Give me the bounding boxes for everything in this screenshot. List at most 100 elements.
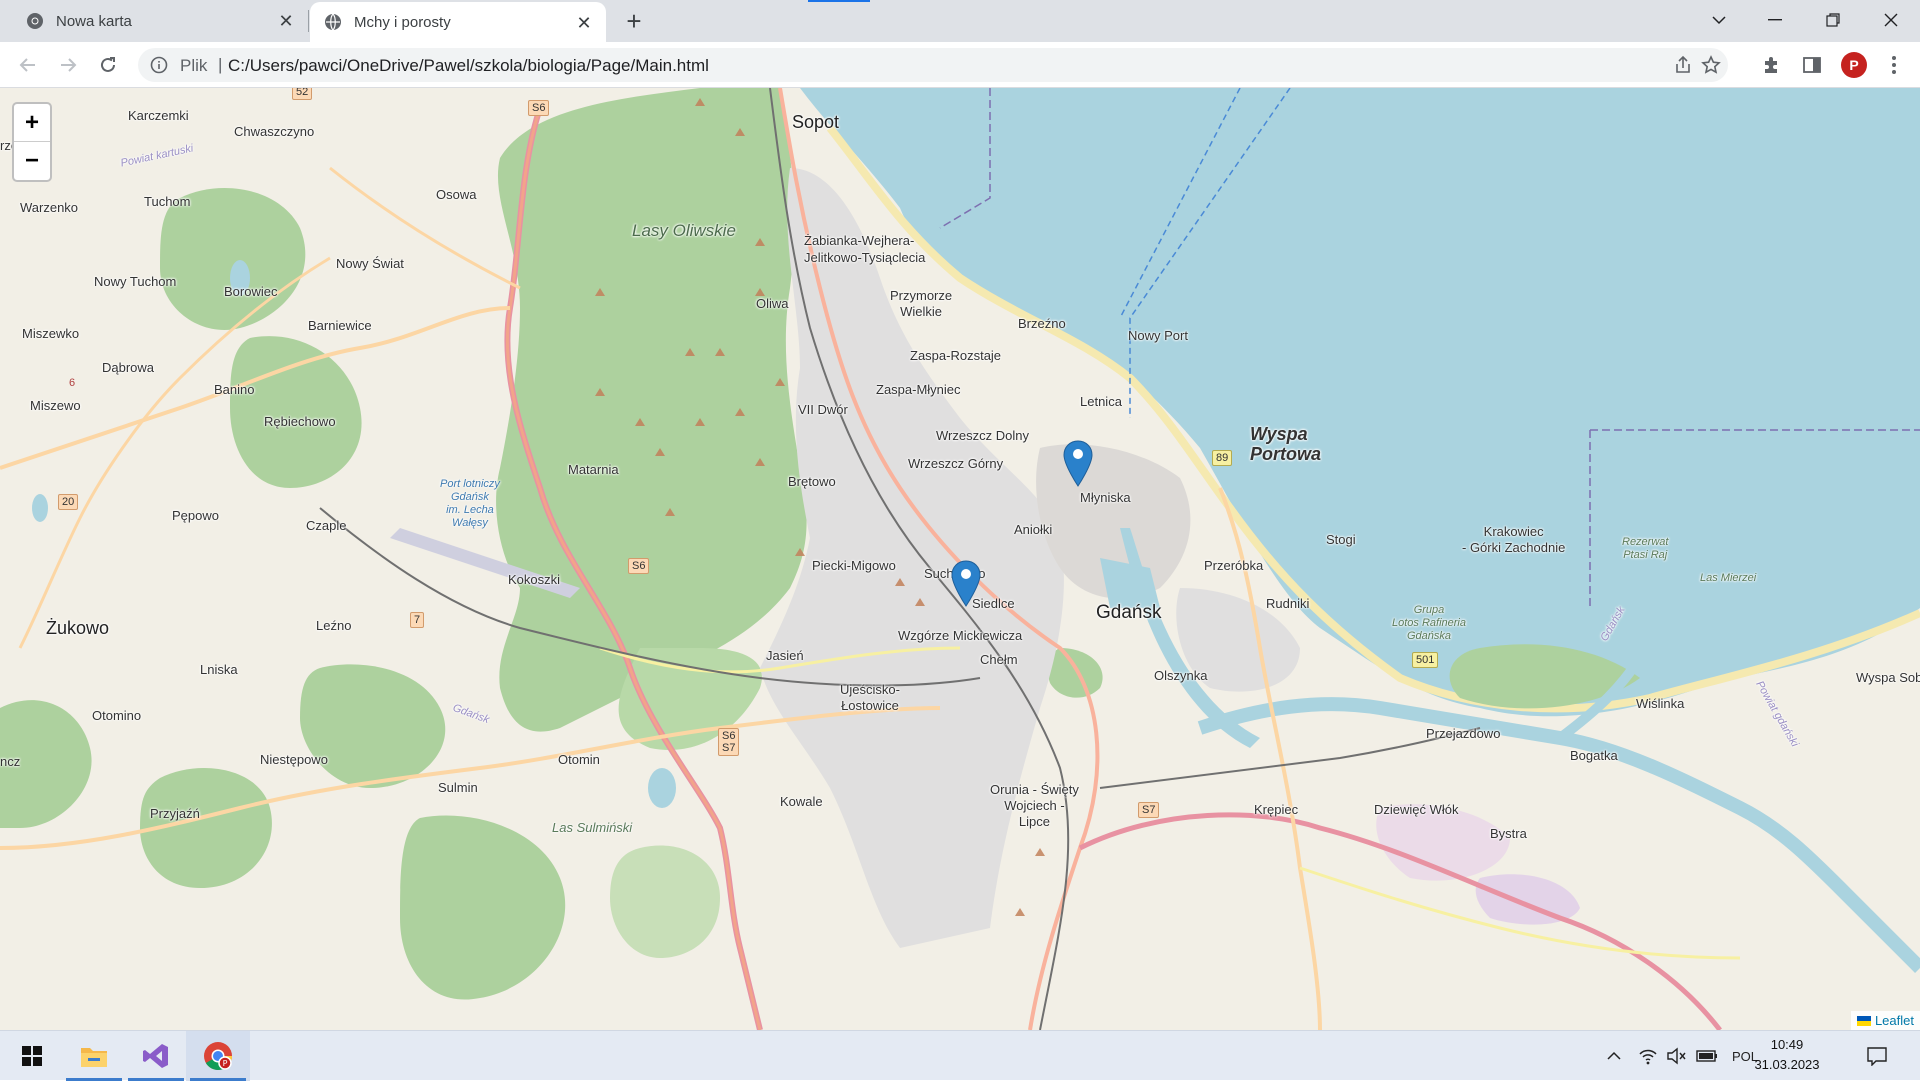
label-wrzeszcz-dolny: Wrzeszcz Dolny: [936, 428, 1029, 443]
label-letnica: Letnica: [1080, 394, 1122, 409]
url-text[interactable]: C:/Users/pawci/OneDrive/Pawel/szkola/bio…: [228, 56, 709, 76]
label-zabianka: Żabianka-Wejhera- Jelitkowo-Tysiąclecia: [804, 233, 926, 265]
restore-button[interactable]: [1810, 0, 1856, 40]
label-zaspa-rozstaje: Zaspa-Rozstaje: [910, 348, 1002, 363]
menu-kebab-icon[interactable]: [1882, 53, 1906, 77]
clock-date: 31.03.2023: [1754, 1057, 1820, 1072]
label-niestepowo: Niestępowo: [260, 752, 328, 767]
label-rebiechowo: Rębiechowo: [264, 414, 336, 429]
label-karczemki: Karczemki: [128, 108, 189, 123]
label-olszynka: Olszynka: [1154, 668, 1208, 683]
zoom-in-button[interactable]: +: [14, 104, 50, 142]
share-icon[interactable]: [1672, 55, 1694, 77]
label-otomino: Otomino: [92, 708, 142, 723]
file-explorer-icon: [81, 1048, 107, 1067]
taskbar-file-explorer[interactable]: [62, 1031, 126, 1081]
label-kowale: Kowale: [780, 794, 823, 809]
tab-mchy-i-porosty[interactable]: Mchy i porosty ✕: [310, 2, 606, 42]
label-port-lotniczy: Port lotniczy Gdańsk im. Lecha Wałęsy: [440, 478, 500, 529]
volume-muted-icon[interactable]: [1666, 1046, 1686, 1066]
site-info-icon[interactable]: [150, 56, 168, 74]
label-miszewo: Miszewo: [30, 398, 81, 413]
label-bogatka: Bogatka: [1570, 748, 1618, 763]
loading-indicator: [808, 0, 870, 2]
label-nowy-port: Nowy Port: [1128, 328, 1188, 343]
new-tab-button[interactable]: +: [620, 8, 648, 36]
label-rudniki: Rudniki: [1266, 596, 1310, 611]
close-tab-icon[interactable]: ✕: [276, 11, 296, 31]
globe-icon: [325, 13, 341, 31]
close-window-button[interactable]: [1868, 0, 1914, 40]
clock[interactable]: 10:49 31.03.2023: [1744, 1035, 1830, 1075]
label-brzezno: Brzeźno: [1018, 316, 1066, 331]
label-przymorze: Przymorze Wielkie: [890, 288, 953, 319]
label-kokoszki: Kokoszki: [508, 572, 561, 587]
label-orunia: Orunia - Święty Wojciech - Lipce: [990, 782, 1079, 829]
tab-new-tab[interactable]: Nowa karta ✕: [0, 0, 308, 42]
profile-avatar[interactable]: P: [1841, 52, 1867, 78]
shield-s6-mid: S6: [628, 558, 650, 574]
notifications-icon[interactable]: [1866, 1046, 1888, 1066]
chrome-icon: [27, 13, 43, 29]
back-button[interactable]: [14, 51, 42, 79]
label-gdansk: Gdańsk: [1096, 602, 1162, 623]
label-osowa: Osowa: [436, 187, 477, 202]
label-ncz: ncz: [0, 754, 21, 769]
shield-7: 7: [410, 612, 425, 628]
extensions-icon[interactable]: [1760, 53, 1784, 77]
close-tab-icon[interactable]: ✕: [574, 13, 594, 33]
shield-s6-top: S6: [528, 100, 550, 116]
label-rezerwat-ptasi-raj: Rezerwat Ptasi Raj: [1622, 536, 1669, 561]
label-borowiec: Borowiec: [224, 284, 278, 299]
label-otomin: Otomin: [558, 752, 600, 767]
label-ujescisko: Ujeścisko- Łostowice: [840, 682, 900, 713]
bookmark-star-icon[interactable]: [1700, 55, 1722, 77]
start-icon: [22, 1046, 42, 1066]
reload-button[interactable]: [94, 51, 122, 79]
shield-89: 89: [1212, 450, 1233, 466]
wifi-icon[interactable]: [1638, 1046, 1658, 1066]
label-zukowo: Żukowo: [46, 618, 110, 638]
map-marker-letnica[interactable]: [1063, 440, 1093, 488]
label-grupa-lotos: Grupa Lotos Rafineria Gdańska: [1392, 604, 1466, 642]
label-dabrowa: Dąbrowa: [102, 360, 155, 375]
label-nowy-swiat: Nowy Świat: [336, 256, 404, 271]
label-wyspa-portowa: Wyspa Portowa: [1250, 424, 1322, 464]
minimize-button[interactable]: [1752, 0, 1798, 40]
tab-search-icon[interactable]: [1696, 0, 1742, 40]
taskbar-visual-studio[interactable]: [124, 1031, 188, 1081]
shield-52: 52: [292, 88, 313, 100]
side-panel-icon[interactable]: [1800, 53, 1824, 77]
label-przejazdowo: Przejazdowo: [1426, 726, 1501, 741]
ukraine-flag-icon: [1856, 1015, 1871, 1026]
label-jasien: Jasień: [766, 648, 804, 663]
attribution: Leaflet: [1850, 1011, 1920, 1030]
label-mlyniska: Młyniska: [1080, 490, 1131, 505]
zoom-control: + −: [12, 102, 52, 182]
label-czaple: Czaple: [306, 518, 347, 533]
label-sopot: Sopot: [792, 112, 840, 132]
label-nowy-tuchom: Nowy Tuchom: [94, 274, 177, 289]
label-miszewko: Miszewko: [22, 326, 80, 341]
zoom-out-button[interactable]: −: [14, 142, 50, 180]
clock-time: 10:49: [1770, 1037, 1804, 1052]
label-tuchom: Tuchom: [144, 194, 191, 209]
label-aniolki: Aniołki: [1014, 522, 1053, 537]
label-wrzeszcz-gorny: Wrzeszcz Górny: [908, 456, 1004, 471]
address-bar[interactable]: Plik | C:/Users/pawci/OneDrive/Pawel/szk…: [138, 48, 1728, 82]
label-przyjazn: Przyjaźń: [150, 806, 200, 821]
start-button[interactable]: [0, 1031, 64, 1081]
map-marker-wrzeszcz[interactable]: [951, 560, 981, 608]
taskbar-chrome[interactable]: P: [186, 1031, 250, 1081]
chrome-icon: P: [204, 1042, 232, 1070]
leaflet-link[interactable]: Leaflet: [1875, 1013, 1914, 1028]
battery-icon[interactable]: [1696, 1046, 1718, 1066]
label-dziewiec-wlok: Dziewięć Włók: [1374, 802, 1459, 817]
leaflet-map[interactable]: Sopot Gdańsk Lasy Oliwskie Wyspa Portowa…: [0, 88, 1920, 1030]
label-lasy-oliwskie: Lasy Oliwskie: [632, 221, 736, 240]
show-hidden-icons-icon[interactable]: [1607, 1046, 1621, 1066]
label-chelm: Chełm: [980, 652, 1018, 667]
label-las-mierzei: Las Mierzei: [1700, 572, 1757, 584]
tab-title: Nowa karta: [56, 12, 132, 30]
forward-button[interactable]: [54, 51, 82, 79]
